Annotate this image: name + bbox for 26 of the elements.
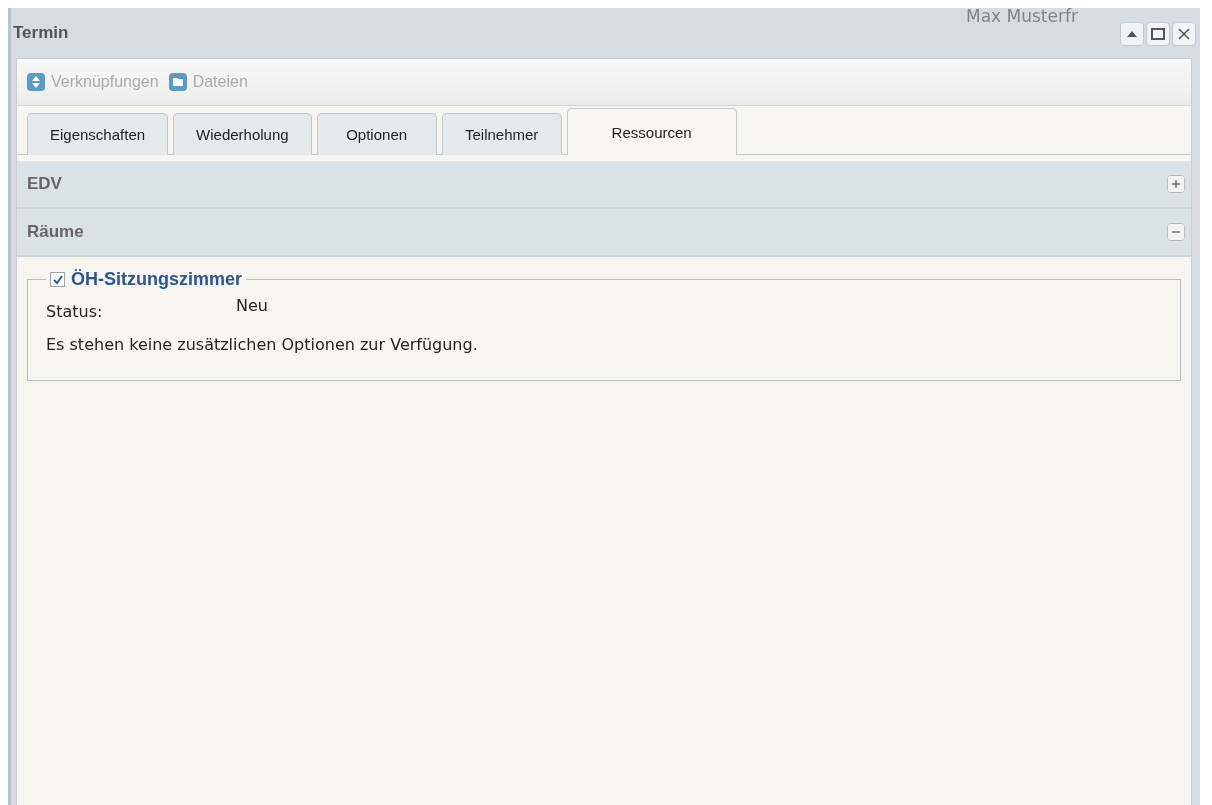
maximize-icon	[1151, 28, 1165, 40]
plus-icon[interactable]	[1167, 175, 1185, 193]
collapse-button[interactable]	[1120, 22, 1144, 46]
options-note: Es stehen keine zusätzlichen Optionen zur Verfügung.	[46, 335, 479, 354]
close-icon	[1177, 27, 1191, 41]
folder-icon	[168, 73, 187, 91]
user-name: Max Musterfr	[966, 6, 1078, 26]
status-label: Status:	[46, 302, 104, 321]
tab[interactable]: Wiederholung	[173, 113, 312, 155]
window-title: Termin	[13, 23, 69, 43]
tab[interactable]: Eigenschaften	[27, 113, 169, 155]
section-title: Räume	[27, 222, 84, 242]
triangle-up-icon	[1126, 29, 1138, 39]
section-header[interactable]: EDV	[17, 161, 1191, 209]
status-value: Neu	[236, 296, 268, 315]
tab[interactable]: Ressourcen	[566, 108, 737, 155]
resource-name: ÖH-Sitzungszimmer	[71, 269, 243, 290]
minus-icon[interactable]	[1167, 223, 1185, 241]
tab[interactable]: Optionen	[316, 113, 437, 155]
close-button[interactable]	[1172, 22, 1196, 46]
up-down-icon	[27, 73, 45, 91]
checkbox[interactable]	[50, 272, 65, 287]
section-header[interactable]: Räume	[17, 209, 1191, 257]
tab[interactable]: Teilnehmer	[441, 113, 562, 155]
section-title: EDV	[27, 174, 62, 194]
maximize-button[interactable]	[1146, 22, 1170, 46]
